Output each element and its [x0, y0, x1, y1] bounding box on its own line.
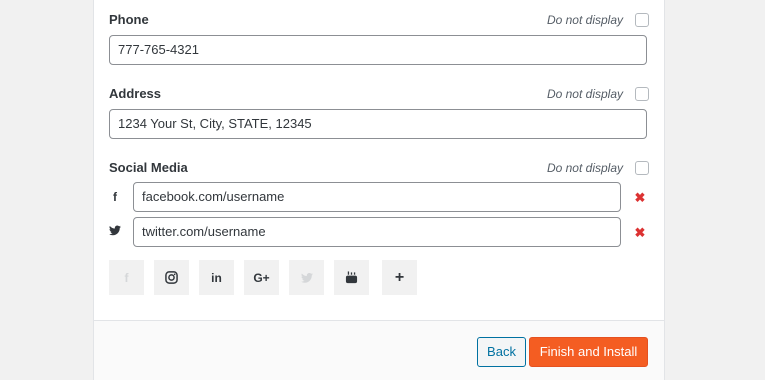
add-youtube-button[interactable]: [334, 260, 369, 295]
phone-label: Phone: [109, 12, 149, 27]
address-do-not-display-checkbox[interactable]: [635, 87, 649, 101]
instagram-icon: [165, 271, 178, 284]
phone-do-not-display-label: Do not display: [546, 13, 623, 27]
facebook-icon: f: [124, 270, 129, 285]
linkedin-icon: in: [211, 270, 222, 285]
twitter-url-input[interactable]: twitter.com/username: [133, 217, 621, 247]
address-input[interactable]: 1234 Your St, City, STATE, 12345: [109, 109, 647, 139]
add-twitter-button[interactable]: [289, 260, 324, 295]
add-google-plus-button[interactable]: G+: [244, 260, 279, 295]
social-media-label: Social Media: [109, 160, 188, 175]
phone-field-header: Phone Do not display: [109, 10, 649, 30]
address-label: Address: [109, 86, 162, 101]
add-linkedin-button[interactable]: in: [199, 260, 234, 295]
facebook-url-input[interactable]: facebook.com/username: [133, 182, 621, 212]
wizard-footer: Back Finish and Install: [94, 321, 664, 380]
finish-and-install-button[interactable]: Finish and Install: [529, 337, 648, 367]
facebook-icon: f: [113, 190, 117, 204]
back-button[interactable]: Back: [477, 337, 526, 367]
social-media-do-not-display-label: Do not display: [546, 161, 623, 175]
add-custom-network-button[interactable]: +: [382, 260, 417, 295]
address-do-not-display-label: Do not display: [546, 87, 623, 101]
youtube-icon: [345, 271, 358, 284]
add-instagram-button[interactable]: [154, 260, 189, 295]
social-media-field-header: Social Media Do not display: [109, 158, 649, 178]
social-media-do-not-display-checkbox[interactable]: [635, 161, 649, 175]
remove-facebook-icon[interactable]: ✖: [634, 190, 646, 206]
phone-input[interactable]: 777-765-4321: [109, 35, 647, 65]
settings-panel: Phone Do not display 777-765-4321 Addres…: [93, 0, 665, 380]
add-facebook-button[interactable]: f: [109, 260, 144, 295]
twitter-icon: [109, 225, 121, 236]
google-plus-icon: G+: [253, 270, 270, 285]
address-field-header: Address Do not display: [109, 84, 649, 104]
remove-twitter-icon[interactable]: ✖: [634, 225, 646, 241]
phone-do-not-display-checkbox[interactable]: [635, 13, 649, 27]
plus-icon: +: [394, 268, 405, 286]
twitter-icon: [300, 272, 313, 283]
